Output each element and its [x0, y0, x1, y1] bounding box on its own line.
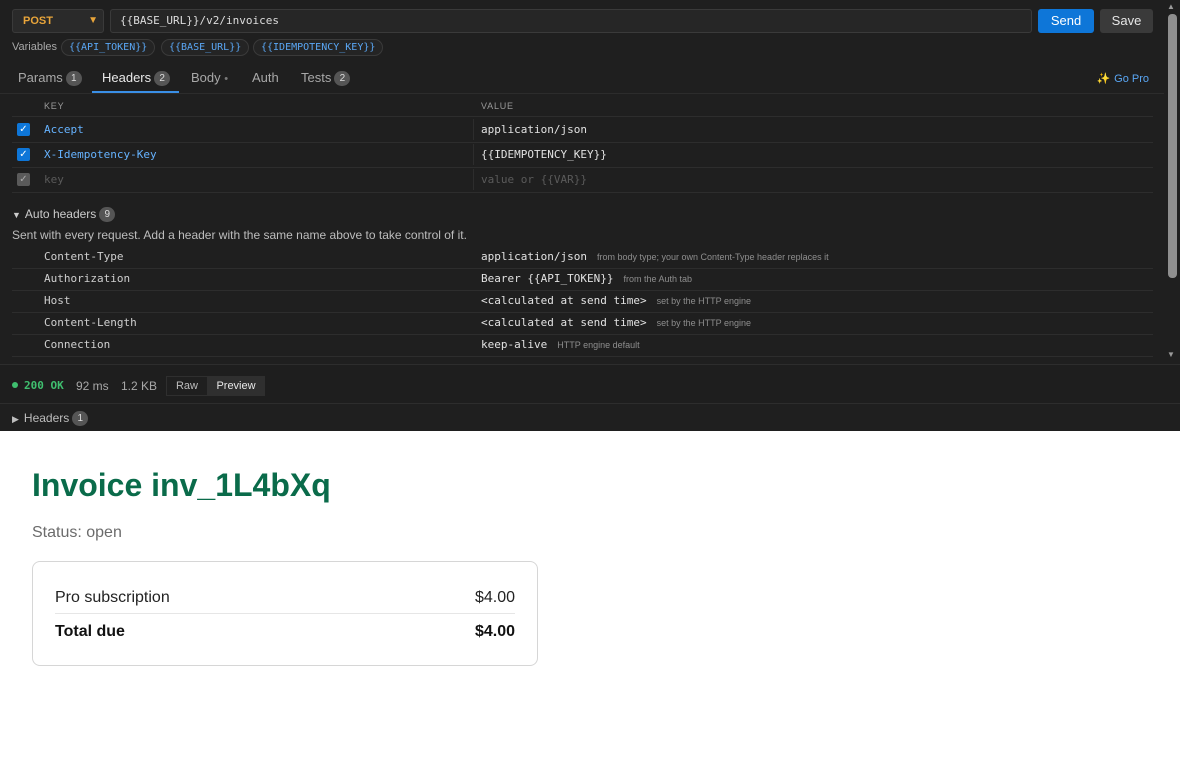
- auto-header-value: application/json from body type; your own…: [481, 250, 829, 263]
- auto-header-value: <calculated at send time> set by the HTTP…: [481, 294, 751, 307]
- auto-header-key: Content-Length: [44, 316, 137, 329]
- auto-headers-toggle[interactable]: ▼ Auto headers 9: [12, 207, 116, 222]
- column-separator: [473, 169, 474, 190]
- response-headers-label: Headers: [23, 411, 70, 425]
- tab-auth[interactable]: Auth: [252, 70, 279, 85]
- auto-header-note: HTTP engine default: [557, 340, 640, 350]
- auto-header-key: Connection: [44, 338, 111, 351]
- save-button[interactable]: Save: [1100, 9, 1153, 33]
- tab-body-label: Body: [191, 70, 221, 85]
- header-key-input[interactable]: Accept: [44, 123, 84, 136]
- tab-params[interactable]: Params 1: [18, 70, 82, 86]
- view-preview-toggle[interactable]: Preview: [207, 376, 265, 396]
- auto-headers-count: 9: [99, 207, 116, 222]
- tab-headers-label: Headers: [102, 70, 152, 85]
- header-enabled-checkbox[interactable]: ✓: [17, 123, 30, 136]
- go-pro-label: Go Pro: [1114, 73, 1149, 85]
- go-pro-link[interactable]: ✨ Go Pro: [1096, 72, 1149, 85]
- variable-chip-base-url[interactable]: {{BASE_URL}}: [161, 39, 250, 56]
- line-item-label: Pro subscription: [55, 589, 170, 606]
- response-headers-count: 1: [72, 411, 89, 426]
- tab-auth-label: Auth: [252, 70, 279, 85]
- tabs-divider: [0, 93, 1164, 94]
- new-header-value-input[interactable]: value or {{VAR}}: [481, 173, 587, 186]
- card-divider: [55, 613, 515, 614]
- scroll-down-arrow-icon[interactable]: ▼: [1167, 350, 1175, 359]
- url-input[interactable]: {{BASE_URL}}/v2/invoices: [110, 9, 1032, 33]
- auto-headers-description: Sent with every request. Add a header wi…: [12, 228, 467, 242]
- response-time: 92 ms: [76, 379, 109, 393]
- sparkle-icon: ✨: [1096, 73, 1111, 85]
- new-header-checkbox[interactable]: ✓: [17, 173, 30, 186]
- auto-header-row: Host <calculated at send time> set by the…: [12, 290, 1153, 313]
- variables-label: Variables: [12, 41, 58, 53]
- status-dot-icon: [12, 382, 18, 388]
- auto-header-row: Content-Length <calculated at send time>…: [12, 312, 1153, 335]
- view-raw-toggle[interactable]: Raw: [166, 376, 208, 396]
- column-separator: [473, 144, 474, 165]
- tab-tests-badge: 2: [334, 71, 351, 86]
- auto-header-key: Host: [44, 294, 71, 307]
- header-value-input[interactable]: {{IDEMPOTENCY_KEY}}: [481, 148, 607, 161]
- header-row: ✓ X-Idempotency-Key {{IDEMPOTENCY_KEY}}: [12, 142, 1153, 168]
- auto-header-value-text: Bearer {{API_TOKEN}}: [481, 272, 614, 285]
- total-amount: $4.00: [474, 623, 515, 640]
- tab-tests[interactable]: Tests 2: [301, 70, 351, 86]
- method-label: POST: [23, 15, 53, 27]
- auto-header-key: Authorization: [44, 272, 131, 285]
- response-headers-toggle[interactable]: ▶ Headers 1: [12, 411, 89, 426]
- auto-header-value-text: keep-alive: [481, 338, 548, 351]
- chevron-down-icon: ▼: [88, 15, 98, 26]
- column-header-key: KEY: [44, 101, 65, 111]
- invoice-card: Pro subscription $4.00 Total due $4.00: [32, 561, 538, 666]
- auto-headers-title: Auto headers: [24, 207, 97, 221]
- auto-header-row: Content-Type application/json from body t…: [12, 246, 1153, 269]
- auto-header-value-text: <calculated at send time>: [481, 316, 647, 329]
- scrollbar-thumb[interactable]: [1168, 14, 1177, 278]
- total-label: Total due: [55, 623, 125, 640]
- tab-body[interactable]: Body •: [191, 70, 228, 85]
- auto-header-value-text: application/json: [481, 250, 587, 263]
- auto-header-value: Bearer {{API_TOKEN}} from the Auth tab: [481, 272, 692, 285]
- variable-chip-api-token[interactable]: {{API_TOKEN}}: [61, 39, 156, 56]
- caret-down-icon: ▼: [12, 210, 21, 220]
- auto-header-row: Authorization Bearer {{API_TOKEN}} from t…: [12, 268, 1153, 291]
- auto-header-value: <calculated at send time> set by the HTTP…: [481, 316, 751, 329]
- auto-header-row: Connection keep-alive HTTP engine default: [12, 334, 1153, 357]
- auto-header-key: Content-Type: [44, 250, 124, 263]
- tab-headers[interactable]: Headers 2: [102, 70, 171, 86]
- header-enabled-checkbox[interactable]: ✓: [17, 148, 30, 161]
- auto-header-note: set by the HTTP engine: [656, 296, 751, 306]
- send-button[interactable]: Send: [1038, 9, 1094, 33]
- column-header-value: VALUE: [481, 101, 514, 111]
- header-row: ✓ Accept application/json: [12, 117, 1153, 143]
- new-header-row: ✓ key value or {{VAR}}: [12, 167, 1153, 193]
- auto-header-value: keep-alive HTTP engine default: [481, 338, 640, 351]
- scroll-up-arrow-icon[interactable]: ▲: [1167, 2, 1175, 11]
- auto-header-note: from body type; your own Content-Type he…: [596, 252, 829, 262]
- tab-params-badge: 1: [65, 71, 82, 86]
- method-select[interactable]: POST ▼: [12, 9, 104, 33]
- invoice-title: Invoice inv_1L4bXq: [32, 467, 331, 503]
- auto-header-note: from the Auth tab: [623, 274, 692, 284]
- tab-params-label: Params: [18, 70, 63, 85]
- tab-tests-label: Tests: [301, 70, 332, 85]
- line-item-amount: $4.00: [474, 589, 515, 606]
- response-status: 200 OK: [24, 379, 64, 392]
- auto-header-value-text: <calculated at send time>: [481, 294, 647, 307]
- auto-header-note: set by the HTTP engine: [656, 318, 751, 328]
- variable-chip-idempotency-key[interactable]: {{IDEMPOTENCY_KEY}}: [253, 39, 384, 56]
- new-header-key-input[interactable]: key: [44, 173, 64, 186]
- column-separator: [473, 119, 474, 140]
- response-size: 1.2 KB: [121, 379, 158, 393]
- tab-headers-badge: 2: [154, 71, 171, 86]
- caret-right-icon: ▶: [12, 414, 19, 424]
- tab-body-dot: •: [224, 73, 229, 85]
- invoice-status: Status: open: [32, 524, 122, 541]
- header-value-input[interactable]: application/json: [481, 123, 587, 136]
- header-key-input[interactable]: X-Idempotency-Key: [44, 148, 157, 161]
